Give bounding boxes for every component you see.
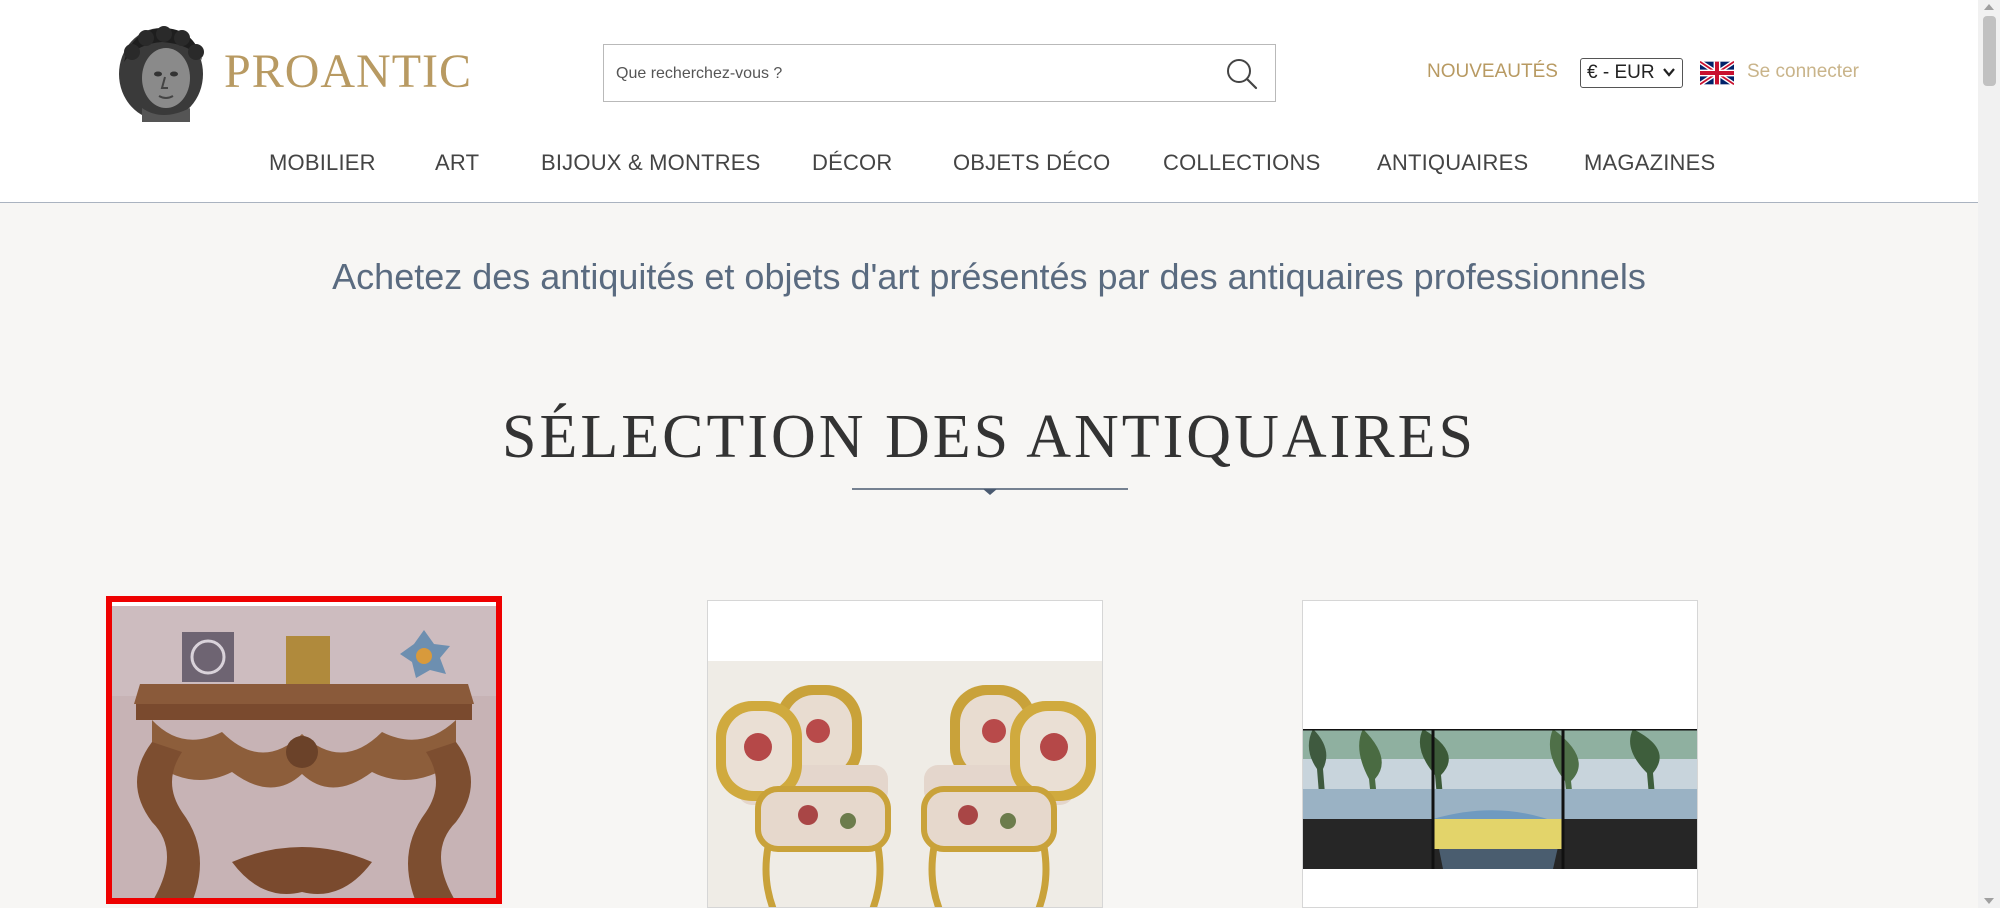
scroll-down-icon[interactable] — [1984, 898, 1994, 904]
search-icon[interactable] — [1223, 55, 1261, 93]
section-title: SÉLECTION DES ANTIQUAIRES — [502, 403, 1476, 471]
scrollbar-thumb[interactable] — [1983, 16, 1996, 86]
brand-name[interactable]: PROANTIC — [224, 44, 472, 99]
nav-item-decor[interactable]: DÉCOR — [812, 150, 892, 176]
vertical-scrollbar[interactable] — [1978, 0, 2000, 908]
scroll-up-icon[interactable] — [1984, 4, 1994, 10]
nav-item-mobilier[interactable]: MOBILIER — [269, 150, 376, 176]
currency-value: € - EUR — [1587, 62, 1655, 83]
title-divider — [852, 488, 1128, 495]
nav-item-magazines[interactable]: MAGAZINES — [1584, 150, 1715, 176]
nav-item-collections[interactable]: COLLECTIONS — [1163, 150, 1320, 176]
nav-item-art[interactable]: ART — [435, 150, 479, 176]
search-box — [603, 44, 1276, 102]
bust-logo-icon[interactable] — [112, 22, 210, 122]
page-tagline: Achetez des antiquités et objets d'art p… — [332, 256, 1646, 297]
main-nav: MOBILIER ART BIJOUX & MONTRES DÉCOR OBJE… — [0, 150, 1978, 180]
nav-item-objets-deco[interactable]: OBJETS DÉCO — [953, 150, 1110, 176]
currency-select[interactable]: € - EUR — [1580, 58, 1683, 88]
search-input[interactable] — [616, 59, 1206, 89]
product-image-console — [112, 602, 496, 898]
nav-item-antiquaires[interactable]: ANTIQUAIRES — [1377, 150, 1528, 176]
uk-flag-icon[interactable] — [1700, 61, 1734, 85]
nav-item-bijoux-montres[interactable]: BIJOUX & MONTRES — [541, 150, 761, 176]
product-image-armchairs — [708, 661, 1102, 907]
product-card-armchairs[interactable] — [707, 600, 1103, 908]
nouveautes-link[interactable]: NOUVEAUTÉS — [1427, 61, 1558, 83]
chevron-down-icon — [1663, 68, 1675, 77]
product-card-stained-glass[interactable] — [1302, 600, 1698, 908]
product-image-stained-glass — [1303, 729, 1697, 869]
login-link[interactable]: Se connecter — [1747, 61, 1859, 83]
product-card-console[interactable] — [106, 596, 502, 904]
site-header: PROANTIC NOUVEAUTÉS € - EUR Se connecter… — [0, 0, 1978, 203]
